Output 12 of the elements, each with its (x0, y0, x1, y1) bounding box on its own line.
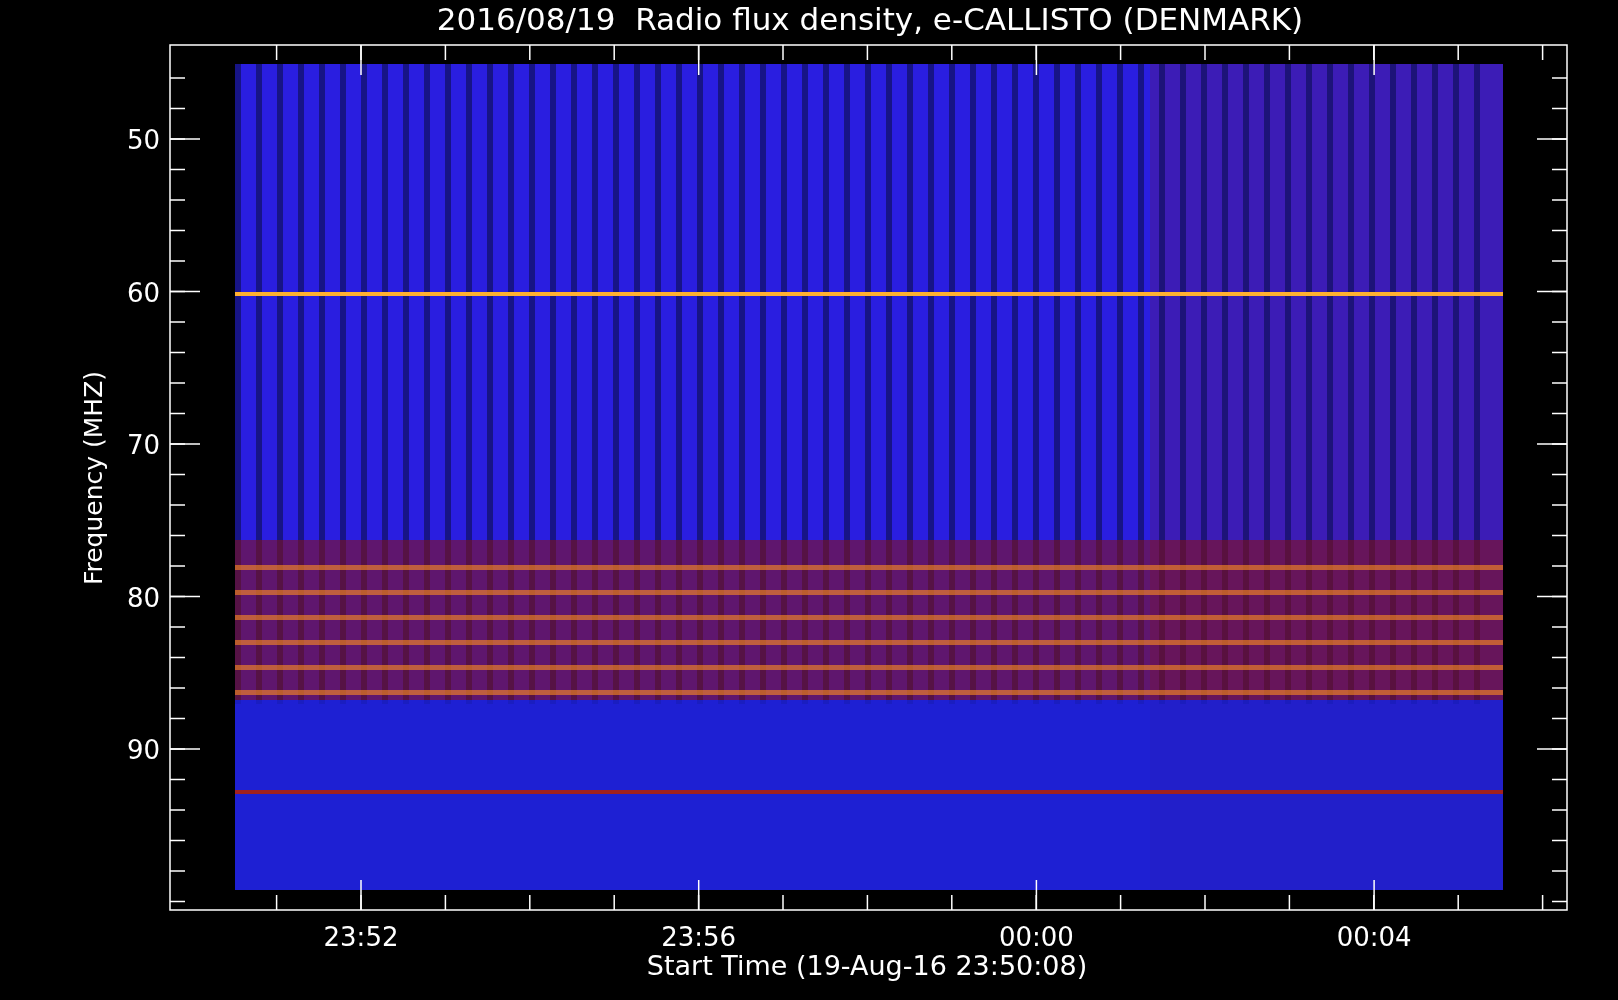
axis-title: Frequency (MHZ) (79, 370, 108, 586)
chart-title: 2016/08/19 Radio flux density, e-CALLISTO (DENMARK) (436, 1, 1304, 37)
axis-tick-label: 80 (126, 582, 160, 613)
axis-tick-label: 60 (126, 277, 160, 308)
axis-tick-label: 50 (126, 125, 160, 155)
axis-tick-label: 00:04 (1336, 922, 1412, 952)
axis-tick-label: 00:00 (998, 922, 1074, 952)
axis-tick-label: 23:52 (323, 922, 399, 952)
axis-tick-label: 70 (126, 430, 160, 460)
axis-title: Start Time (19-Aug-16 23:50:08) (646, 950, 1088, 981)
axis-tick-label: 23:56 (661, 922, 737, 952)
axis-tick-label: 90 (126, 735, 160, 765)
